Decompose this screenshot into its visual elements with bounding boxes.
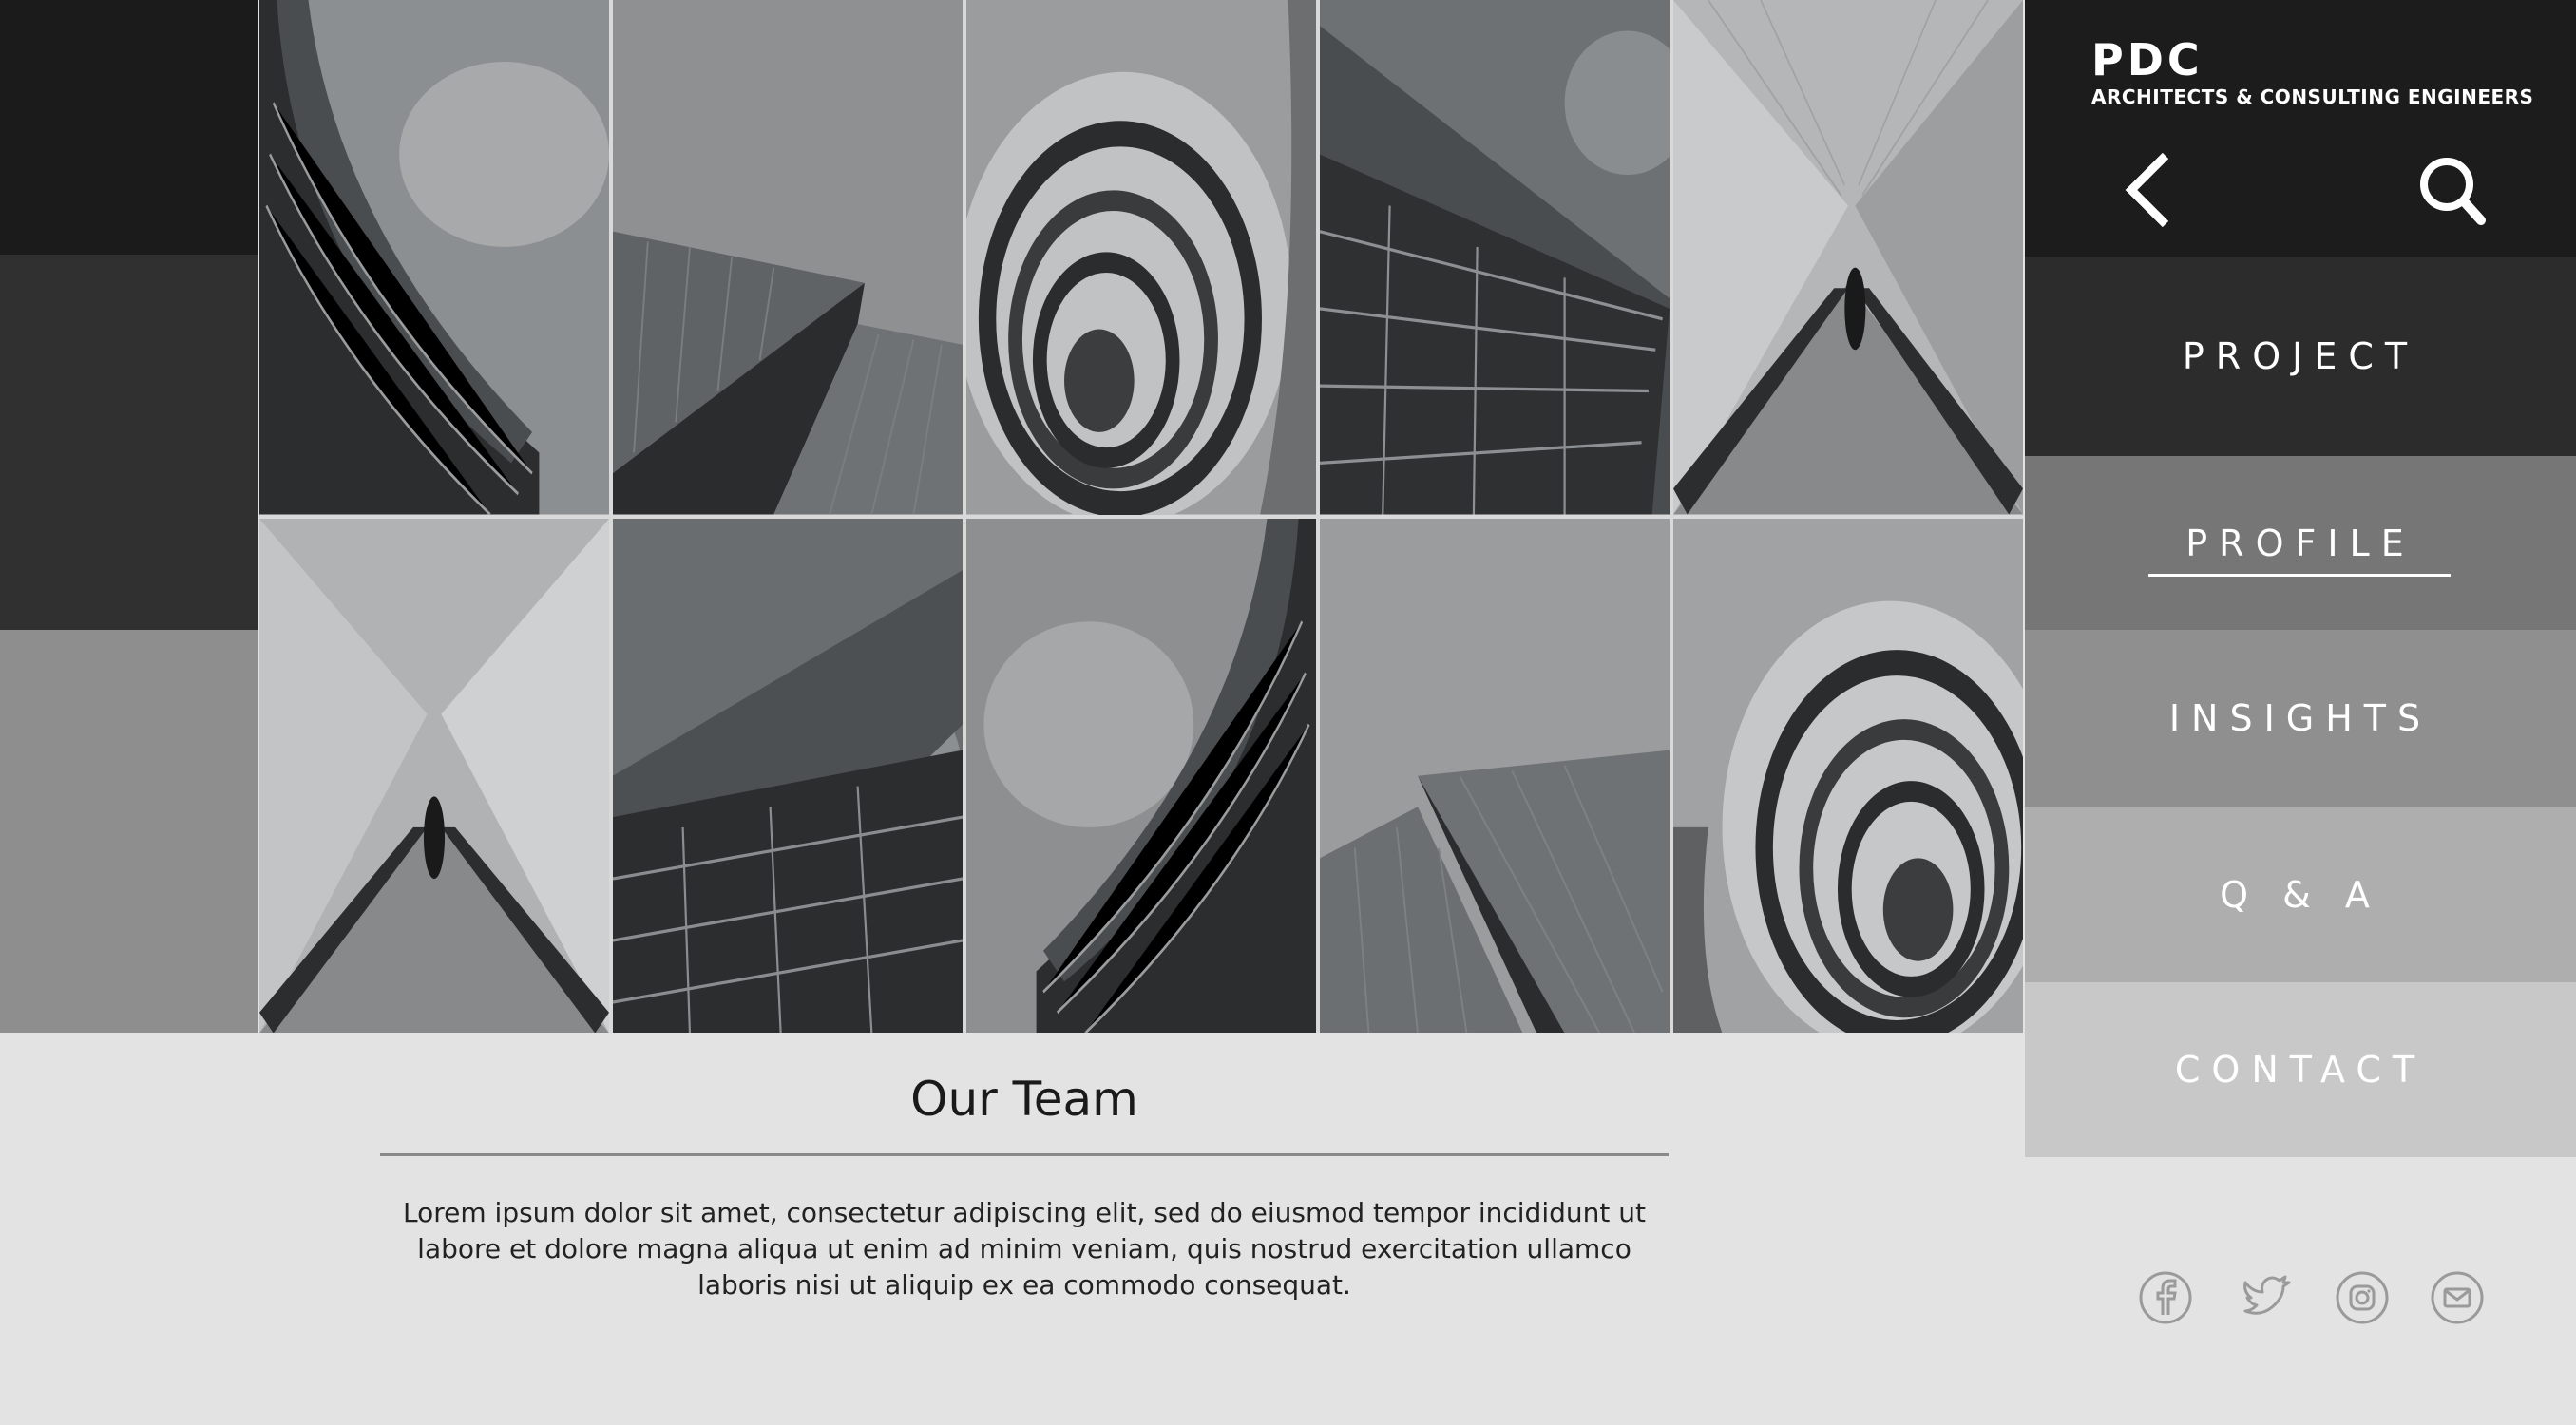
gallery-photo-curved-tower-2[interactable]: [966, 518, 1316, 1033]
left-band-light: [0, 630, 258, 1033]
nav-item-contact[interactable]: CONTACT: [2025, 982, 2576, 1157]
gallery-photo-angled-roof-2[interactable]: [1320, 518, 1670, 1033]
nav-item-label: Q & A: [2220, 873, 2381, 916]
active-nav-underline: [2148, 574, 2451, 577]
nav-item-project[interactable]: PROJECT: [2025, 256, 2576, 456]
gallery-photo-tunnel-walkway[interactable]: [1673, 0, 2023, 515]
title-divider: [380, 1153, 1669, 1156]
section-title: Our Team: [910, 1072, 1138, 1127]
instagram-icon[interactable]: [2334, 1269, 2391, 1326]
nav-item-label: PROJECT: [2182, 335, 2419, 377]
nav-header: PDC ARCHITECTS & CONSULTING ENGINEERS: [2025, 0, 2576, 256]
gallery-photo-tunnel-walkway-2[interactable]: [259, 518, 609, 1033]
email-icon[interactable]: [2429, 1269, 2486, 1326]
gallery-photo-glass-facade[interactable]: [1320, 0, 1670, 515]
nav-item-label: CONTACT: [2174, 1049, 2427, 1091]
left-band-mid: [0, 255, 258, 630]
facebook-icon[interactable]: [2137, 1269, 2194, 1326]
photo-gallery: [259, 0, 2023, 1033]
gallery-photo-curved-tower[interactable]: [259, 0, 609, 515]
nav-item-qa[interactable]: Q & A: [2025, 807, 2576, 982]
brand-logo[interactable]: PDC: [2091, 34, 2204, 86]
section-body-text: Lorem ipsum dolor sit amet, consectetur …: [403, 1197, 1646, 1301]
gallery-photo-angled-roof[interactable]: [613, 0, 963, 515]
brand-tagline: ARCHITECTS & CONSULTING ENGINEERS: [2091, 86, 2534, 108]
search-icon[interactable]: [2414, 142, 2490, 238]
nav-item-insights[interactable]: INSIGHTS: [2025, 630, 2576, 807]
twitter-icon[interactable]: [2240, 1269, 2297, 1326]
nav-item-label: PROFILE: [2185, 522, 2415, 564]
gallery-photo-spiral-stair-2[interactable]: [1673, 518, 2023, 1033]
side-navigation: PDC ARCHITECTS & CONSULTING ENGINEERS PR…: [2025, 0, 2576, 1425]
gallery-photo-glass-facade-2[interactable]: [613, 518, 963, 1033]
back-chevron-icon[interactable]: [2110, 142, 2186, 238]
nav-item-label: INSIGHTS: [2168, 697, 2433, 739]
nav-item-profile[interactable]: PROFILE: [2025, 456, 2576, 630]
left-band-dark: [0, 0, 258, 255]
gallery-photo-spiral-stair[interactable]: [966, 0, 1316, 515]
